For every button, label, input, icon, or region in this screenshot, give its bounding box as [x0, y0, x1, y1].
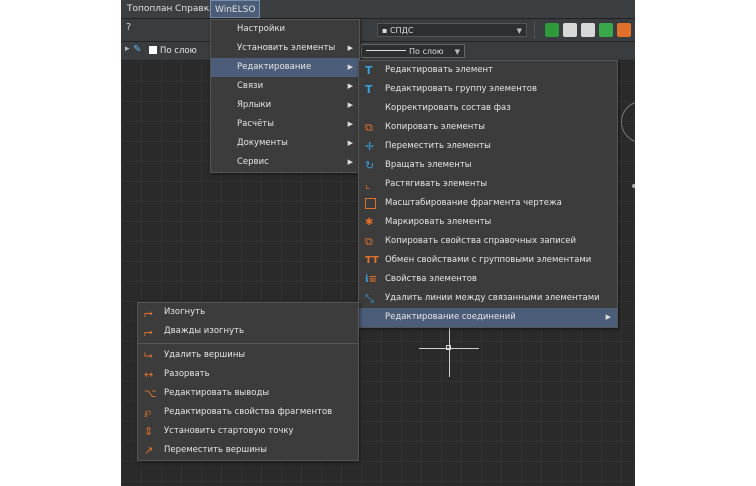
winelso-menu: Настройки Установить элементы ▶ Редактиро… [210, 19, 360, 173]
menu-item-delete-vertices[interactable]: ⮡ Удалить вершины [138, 346, 358, 365]
menu-item-correct-phases[interactable]: Корректировать состав фаз [359, 99, 617, 118]
move-icon: ✛ [365, 140, 375, 153]
double-bend-icon: ⮣ [144, 325, 153, 338]
chevron-right-icon: ▶ [347, 82, 353, 90]
menu-item-copy-reference-props[interactable]: ⧉ Копировать свойства справочных записей [359, 232, 617, 251]
viewcube-ring[interactable] [621, 101, 635, 143]
chevron-right-icon: ▶ [347, 44, 353, 52]
toolbar-top: ? ▪ СПДС ▼ [121, 19, 635, 42]
menu-item-edit-group[interactable]: T Редактировать группу элементов [359, 80, 617, 99]
toolbar-properties: ▸ ✎ По слою По слою ▼ [121, 42, 635, 61]
edit-element-icon: T [365, 64, 373, 77]
menu-topoplan[interactable]: Топоплан [123, 0, 176, 18]
tool-green2-icon[interactable] [599, 23, 613, 37]
style-combo[interactable]: ▪ СПДС ▼ [377, 23, 527, 37]
menu-item-install-elements[interactable]: Установить элементы ▶ [211, 39, 359, 58]
menu-item-delete-link-lines[interactable]: ⤡ Удалить линии между связанными элемент… [359, 289, 617, 308]
chevron-right-icon: ▶ [347, 101, 353, 109]
style-combo-value: ▪ СПДС [382, 26, 414, 35]
linetype-combo[interactable]: По слою ▼ [361, 44, 465, 58]
break-icon: ↔ [144, 368, 154, 381]
menu-item-documents[interactable]: Документы ▶ [211, 134, 359, 153]
menu-winelso[interactable]: WinELSO [210, 0, 261, 18]
tool-doc2-icon[interactable] [581, 23, 595, 37]
chevron-right-icon: ▶ [347, 158, 353, 166]
menu-item-edit-connections[interactable]: Редактирование соединений ▶ [359, 308, 617, 327]
menu-item-labels[interactable]: Ярлыки ▶ [211, 96, 359, 115]
menu-item-set-start-point[interactable]: ⇕ Установить стартовую точку [138, 422, 358, 441]
menu-item-edit-element[interactable]: T Редактировать элемент [359, 61, 617, 80]
navigation-dot [632, 184, 635, 188]
edit-fragments-icon: ℘ [144, 407, 151, 418]
chevron-right-icon: ▶ [347, 120, 353, 128]
move-vertex-icon: ↗ [144, 444, 154, 457]
delete-lines-icon: ⤡ [365, 292, 374, 305]
menu-item-break[interactable]: ↔ Разорвать [138, 365, 358, 384]
menu-item-calculations[interactable]: Расчёты ▶ [211, 115, 359, 134]
menu-item-element-properties[interactable]: i≡ Свойства элементов [359, 270, 617, 289]
menu-item-links[interactable]: Связи ▶ [211, 77, 359, 96]
tool-doc-icon[interactable] [563, 23, 577, 37]
menu-item-stretch-elements[interactable]: ⌞ Растягивать элементы [359, 175, 617, 194]
tool-green-icon[interactable] [545, 23, 559, 37]
mark-icon: ✱ [365, 217, 374, 228]
chevron-right-icon: ▶ [605, 313, 611, 321]
menu-item-move-elements[interactable]: ✛ Переместить элементы [359, 137, 617, 156]
chevron-down-icon: ▼ [516, 27, 522, 35]
crosshair-pickbox [446, 345, 451, 350]
color-swatch [149, 46, 157, 54]
copy-icon: ⧉ [365, 121, 373, 134]
scale-icon [365, 198, 376, 209]
editing-submenu: T Редактировать элемент T Редактировать … [358, 60, 618, 328]
chevron-right-icon: ▶ [347, 63, 353, 71]
bend-icon: ⮣ [144, 306, 153, 319]
help-button[interactable]: ? [126, 22, 131, 33]
menu-bar: Топоплан Справка WinELSO [121, 0, 635, 19]
menu-item-edit-pins[interactable]: ⌥ Редактировать выводы [138, 384, 358, 403]
pin-icon: ▸ [125, 44, 130, 54]
edit-group-icon: T [365, 83, 373, 96]
menu-item-scale-fragment[interactable]: Масштабирование фрагмента чертежа [359, 194, 617, 213]
stretch-icon: ⌞ [365, 178, 371, 191]
menu-separator [138, 343, 358, 344]
menu-item-bend[interactable]: ⮣ Изогнуть [138, 303, 358, 322]
menu-item-move-vertices[interactable]: ↗ Переместить вершины [138, 441, 358, 460]
edit-pins-icon: ⌥ [144, 387, 157, 400]
start-point-icon: ⇕ [144, 425, 154, 438]
menu-item-rotate-elements[interactable]: ↻ Вращать элементы [359, 156, 617, 175]
tool-orange-icon[interactable] [617, 23, 631, 37]
menu-item-mark-elements[interactable]: ✱ Маркировать элементы [359, 213, 617, 232]
line-sample [366, 50, 406, 51]
menu-item-editing[interactable]: Редактирование ▶ [211, 58, 359, 77]
layer-tool-icon[interactable]: ✎ [133, 44, 143, 56]
chevron-down-icon: ▼ [454, 48, 460, 56]
menu-item-service[interactable]: Сервис ▶ [211, 153, 359, 172]
cad-application-window: Топоплан Справка WinELSO ? ▪ СПДС ▼ ▸ ✎ … [121, 0, 635, 486]
menu-item-double-bend[interactable]: ⮣ Дважды изогнуть [138, 322, 358, 341]
menu-item-edit-fragment-props[interactable]: ℘ Редактировать свойства фрагментов [138, 403, 358, 422]
delete-vertex-icon: ⮡ [144, 349, 153, 362]
menu-item-copy-elements[interactable]: ⧉ Копировать элементы [359, 118, 617, 137]
menu-item-settings[interactable]: Настройки [211, 20, 359, 39]
chevron-right-icon: ▶ [347, 139, 353, 147]
layer-left-combo[interactable]: По слою [149, 44, 197, 58]
menu-item-exchange-props[interactable]: TT Обмен свойствами с групповыми элемент… [359, 251, 617, 270]
connections-submenu: ⮣ Изогнуть ⮣ Дважды изогнуть ⮡ Удалить в… [137, 302, 359, 461]
properties-icon: i≡ [365, 274, 377, 285]
copy-props-icon: ⧉ [365, 235, 373, 248]
exchange-props-icon: TT [365, 255, 379, 266]
rotate-icon: ↻ [365, 159, 375, 172]
